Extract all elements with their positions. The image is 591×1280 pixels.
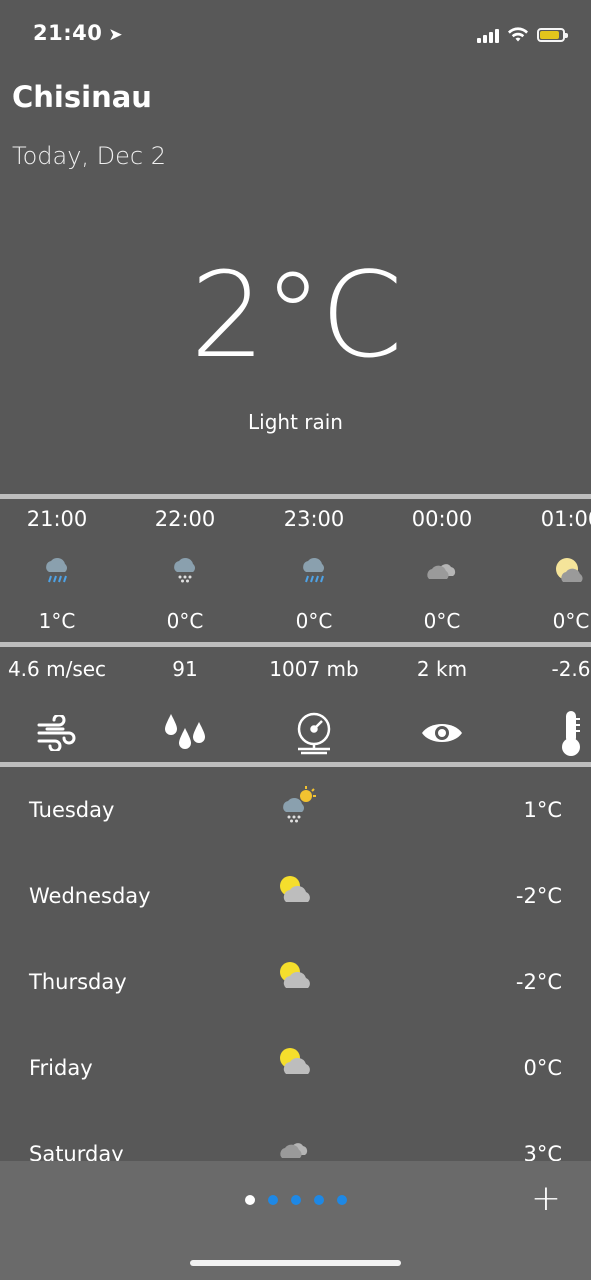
page-dot[interactable]	[268, 1195, 278, 1205]
status-time-text: 21:40	[33, 21, 103, 45]
page-dot[interactable]	[291, 1195, 301, 1205]
day-temp: 0°C	[523, 1056, 562, 1080]
pressure-gauge-icon	[284, 708, 344, 758]
hourly-item: 22:00 0°C	[125, 507, 245, 633]
rain-cloud-icon	[254, 551, 374, 591]
moon-cloud-icon	[511, 551, 591, 591]
wind-icon	[27, 708, 87, 758]
hour-temp: 0°C	[166, 609, 204, 633]
page-dot-active[interactable]	[245, 1195, 255, 1205]
day-name: Wednesday	[29, 884, 151, 908]
status-indicators	[477, 26, 568, 44]
divider-middle	[0, 642, 591, 647]
city-name: Chisinau	[12, 80, 152, 114]
current-temperature: 2°C	[190, 246, 402, 384]
date-label: Today, Dec 2	[12, 142, 167, 170]
pressure-value: 1007 mb	[269, 657, 359, 681]
home-indicator[interactable]	[190, 1260, 401, 1266]
cellular-signal-icon	[477, 27, 499, 43]
humidity-drops-icon	[155, 708, 215, 758]
partly-cloudy-icon	[276, 1044, 320, 1088]
thermometer-icon	[541, 708, 591, 758]
hourly-item: 23:00 0°C	[254, 507, 374, 633]
hourly-item: 00:00 0°C	[382, 507, 502, 633]
day-temp: -2°C	[515, 884, 562, 908]
hourly-item: 01:00 0°C	[511, 507, 591, 633]
location-arrow-icon: ➤	[108, 25, 124, 45]
hour-temp: 0°C	[552, 609, 590, 633]
divider-top	[0, 494, 591, 499]
hour-time: 21:00	[26, 507, 88, 531]
visibility-value: 2 km	[416, 657, 468, 681]
hour-time: 00:00	[411, 507, 473, 531]
visibility-eye-icon	[412, 708, 472, 758]
status-time: 21:40 ➤	[33, 21, 123, 45]
day-temp: -2°C	[515, 970, 562, 994]
hour-temp: 1°C	[38, 609, 76, 633]
hour-time: 01:00	[540, 507, 591, 531]
battery-icon	[537, 28, 568, 42]
day-temp: 1°C	[523, 798, 562, 822]
hour-time: 22:00	[154, 507, 216, 531]
hour-time: 23:00	[283, 507, 345, 531]
wifi-icon	[508, 27, 528, 42]
hour-temp: 0°C	[295, 609, 333, 633]
day-name: Friday	[29, 1056, 93, 1080]
cloudy-icon	[382, 551, 502, 591]
rain-cloud-icon	[0, 551, 117, 591]
day-name: Thursday	[29, 970, 127, 994]
partly-cloudy-icon	[276, 958, 320, 1002]
page-dot[interactable]	[314, 1195, 324, 1205]
add-city-button[interactable]: +	[531, 1179, 561, 1219]
snow-cloud-icon	[125, 551, 245, 591]
current-condition: Light rain	[248, 410, 343, 434]
humidity-value: 91	[172, 657, 198, 681]
snow-sun-icon	[276, 786, 320, 830]
hourly-item: 21:00 1°C	[0, 507, 117, 633]
day-name: Tuesday	[29, 798, 115, 822]
partly-cloudy-icon	[276, 872, 320, 916]
feels-like-value: -2.6	[551, 657, 591, 681]
bottom-bar: +	[0, 1161, 591, 1280]
page-dot[interactable]	[337, 1195, 347, 1205]
hour-temp: 0°C	[423, 609, 461, 633]
wind-speed-value: 4.6 m/sec	[7, 657, 107, 681]
divider-bottom	[0, 762, 591, 767]
